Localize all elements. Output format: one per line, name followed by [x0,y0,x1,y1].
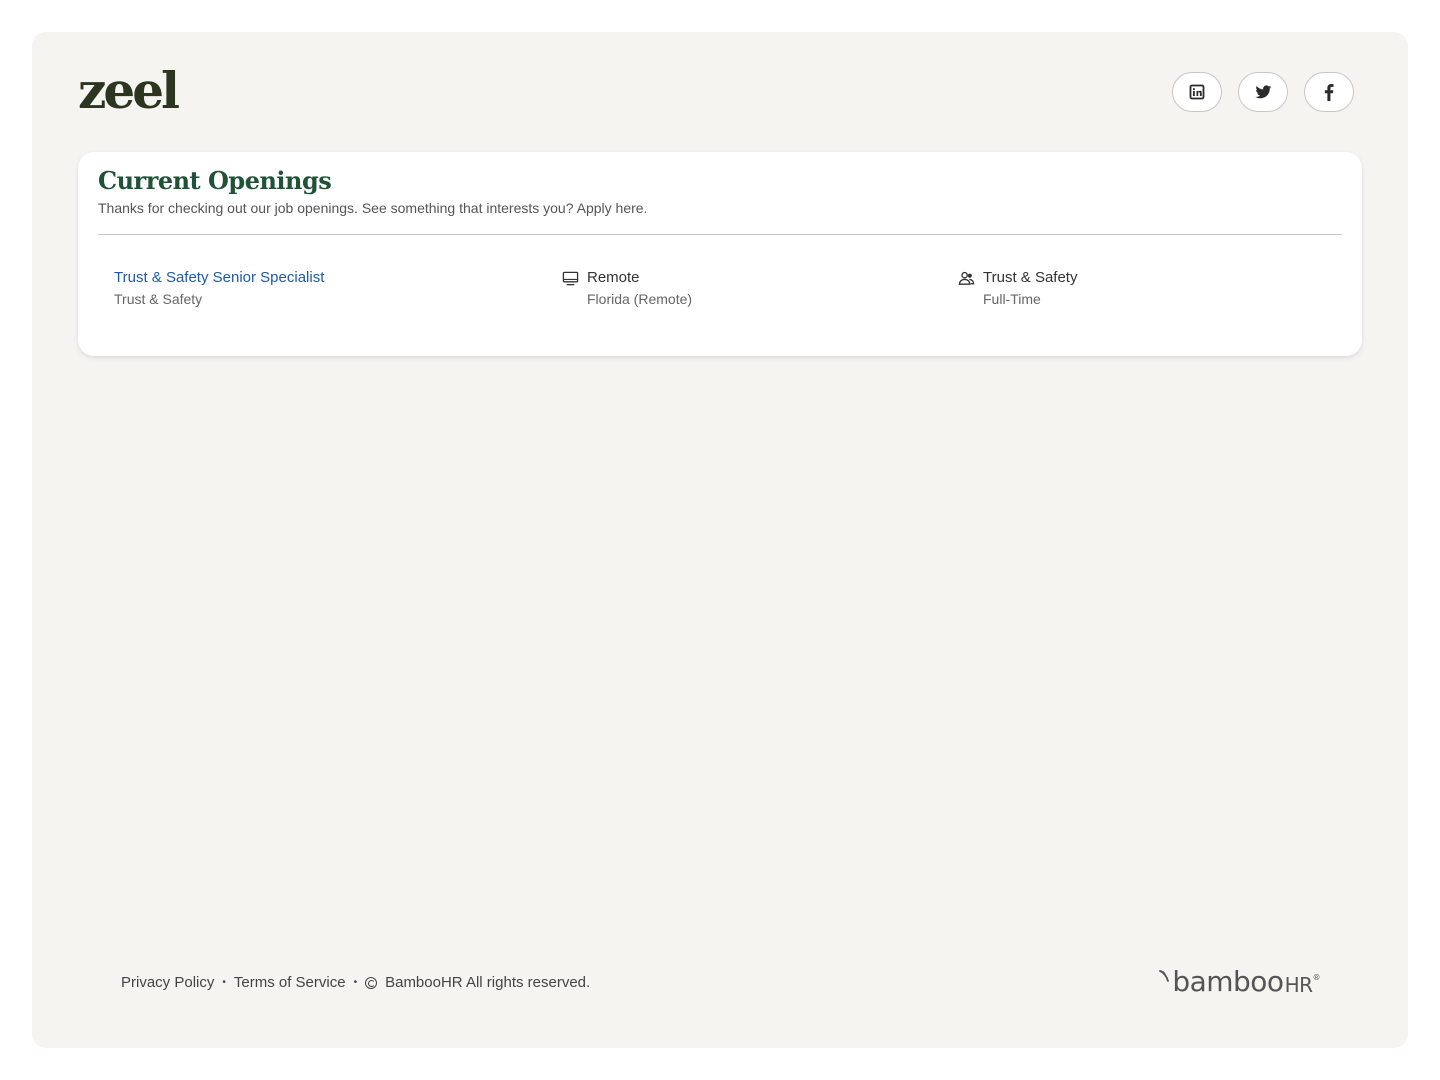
twitter-button[interactable] [1238,72,1288,112]
registered-mark: ® [1312,973,1321,982]
footer-separator: • [353,977,358,988]
bamboohr-logo-main: bamboo [1172,965,1284,998]
job-team: Trust & Safety [983,269,1078,286]
terms-of-service-link[interactable]: Terms of Service [234,974,346,991]
employment-type: Full-Time [983,291,1041,307]
facebook-icon [1324,83,1334,101]
job-title-link[interactable]: Trust & Safety Senior Specialist [114,268,324,288]
location-type: Remote [587,269,640,286]
social-links [1172,72,1354,112]
facebook-button[interactable] [1304,72,1354,112]
job-team-column: Trust & Safety Full-Time [958,268,1077,309]
twitter-icon [1254,84,1271,98]
leaf-icon [1159,970,1170,982]
bamboohr-logo[interactable]: bamboo HR ® [1159,968,1320,996]
bamboohr-logo-suffix: HR [1284,973,1313,997]
company-logo[interactable]: zeel [78,66,180,116]
job-department: Trust & Safety [114,291,203,307]
copyright-icon [365,976,378,989]
job-row: Trust & Safety Senior Specialist Trust &… [78,268,1362,316]
privacy-policy-link[interactable]: Privacy Policy [121,974,214,991]
page-frame: zeel Current Openings Thanks for checkin… [32,32,1408,1048]
linkedin-button[interactable] [1172,72,1222,112]
footer: Privacy Policy • Terms of Service • Bamb… [121,974,590,991]
job-location: Florida (Remote) [587,291,693,307]
linkedin-icon [1189,84,1205,100]
openings-subtitle: Thanks for checking out our job openings… [98,200,648,216]
openings-card: Current Openings Thanks for checking out… [78,152,1362,356]
job-title-column: Trust & Safety Senior Specialist Trust &… [114,268,324,309]
openings-title: Current Openings [98,166,332,195]
footer-separator: • [222,977,226,988]
location-type-line: Remote [562,268,692,288]
copyright-text: BambooHR All rights reserved. [385,974,591,991]
people-icon [958,271,975,285]
monitor-icon [562,271,579,285]
job-location-column: Remote Florida (Remote) [562,268,692,309]
divider [98,234,1342,235]
team-line: Trust & Safety [958,268,1077,288]
